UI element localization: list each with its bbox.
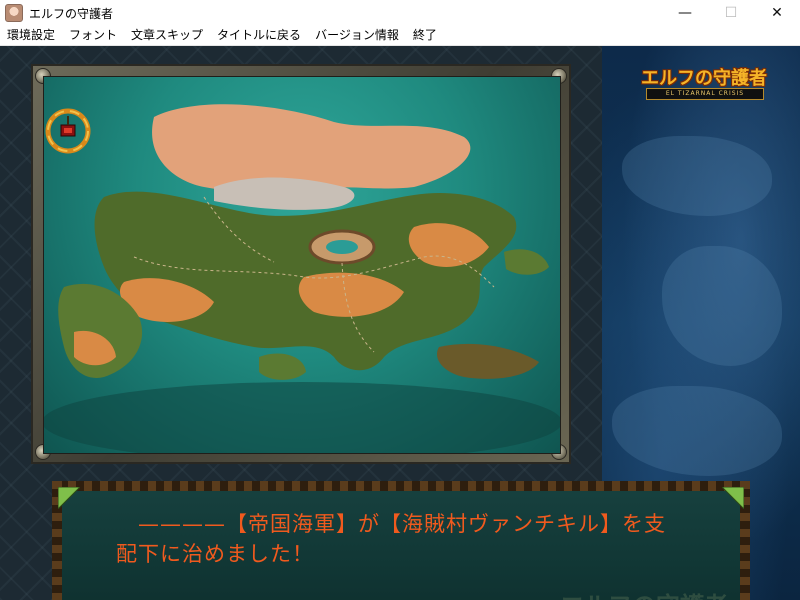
menu-bar: 環境設定 フォント 文章スキップ タイトルに戻る バージョン情報 終了 bbox=[0, 26, 800, 46]
menu-item-settings[interactable]: 環境設定 bbox=[0, 26, 62, 45]
terrain-deep-sea bbox=[44, 382, 560, 453]
maximize-button[interactable]: ☐ bbox=[708, 0, 754, 26]
game-screen: エルフの守護者 EL TIZARNAL CRISIS ————【帝国海軍】が【海… bbox=[0, 46, 800, 600]
menu-item-font[interactable]: フォント bbox=[62, 26, 124, 45]
dialog-corner-ornament-icon bbox=[58, 487, 80, 509]
terrain-east-island bbox=[504, 249, 549, 275]
dialog-line: ————【帝国海軍】が【海賊村ヴァンチキル】を支 bbox=[116, 512, 666, 536]
logo-title: エルフの守護者 bbox=[641, 68, 767, 89]
compass-flag-icon[interactable] bbox=[45, 108, 91, 154]
message-window[interactable]: ————【帝国海軍】が【海賊村ヴァンチキル】を支 配下に治めました！ エルフの守… bbox=[52, 481, 750, 600]
menu-item-return-title[interactable]: タイトルに戻る bbox=[210, 26, 308, 45]
panel-continent-shape bbox=[662, 246, 782, 366]
world-map[interactable] bbox=[43, 76, 561, 454]
minimize-button[interactable]: — bbox=[662, 0, 708, 26]
window-titlebar: エルフの守護者 — ☐ ✕ bbox=[0, 0, 800, 26]
panel-continent-shape bbox=[612, 386, 782, 476]
world-map-frame bbox=[31, 64, 571, 464]
app-portrait-icon bbox=[5, 4, 23, 22]
dialog-watermark-logo: エルフの守護者 bbox=[560, 586, 728, 600]
dialog-border-top bbox=[52, 481, 750, 491]
menu-item-skip-text[interactable]: 文章スキップ bbox=[124, 26, 210, 45]
panel-continent-shape bbox=[622, 136, 772, 216]
terrain-south-island bbox=[259, 353, 306, 380]
logo-subtitle: EL TIZARNAL CRISIS bbox=[646, 88, 764, 100]
window-title: エルフの守護者 bbox=[29, 6, 114, 21]
terrain-southeast-island bbox=[436, 343, 539, 379]
terrain-arena-lake bbox=[326, 240, 358, 254]
game-logo: エルフの守護者 EL TIZARNAL CRISIS bbox=[640, 64, 768, 104]
dialog-corner-ornament-icon bbox=[722, 487, 744, 509]
dialog-line: 配下に治めました！ bbox=[116, 542, 314, 566]
close-button[interactable]: ✕ bbox=[754, 0, 800, 26]
menu-item-version-info[interactable]: バージョン情報 bbox=[308, 26, 406, 45]
dialog-message: ————【帝国海軍】が【海賊村ヴァンチキル】を支 配下に治めました！ bbox=[116, 509, 706, 569]
window-controls: — ☐ ✕ bbox=[662, 0, 800, 26]
menu-item-exit[interactable]: 終了 bbox=[406, 26, 444, 45]
world-map-terrain bbox=[44, 104, 560, 453]
